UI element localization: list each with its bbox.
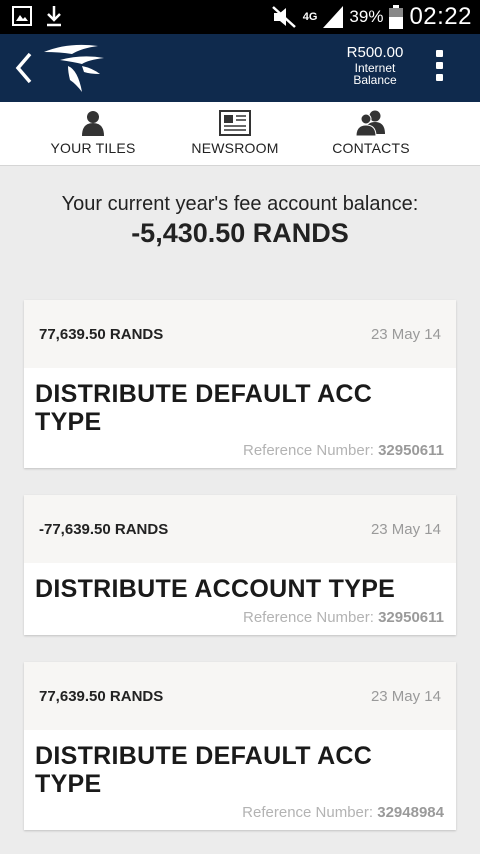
app-bar: R500.00 Internet Balance (0, 34, 480, 102)
mute-icon (271, 6, 296, 28)
contacts-icon (355, 110, 385, 136)
person-icon (82, 111, 104, 136)
title-line: DISTRIBUTE ACCOUNT TYPE (35, 575, 396, 603)
tab-label: YOUR TILES (50, 140, 136, 156)
reference-number: Reference Number: 32948984 (24, 798, 456, 821)
transaction-card[interactable]: 77,639.50 RANDS 23 May 14 DISTRIBUTE DEF… (24, 300, 456, 468)
card-header: 77,639.50 RANDS 23 May 14 (24, 300, 456, 368)
card-header: -77,639.50 RANDS 23 May 14 (24, 495, 456, 563)
title-line: DISTRIBUTE DEFAULT ACC (35, 380, 373, 408)
tab-your-tiles[interactable]: YOUR TILES (50, 102, 136, 166)
overflow-menu-icon[interactable] (434, 50, 444, 88)
status-bar: 4G 39% 02:22 (0, 0, 480, 34)
tab-label: CONTACTS (332, 140, 410, 156)
newspaper-icon (219, 110, 251, 136)
reference-value: 32950611 (378, 609, 444, 626)
tab-label: NEWSROOM (191, 140, 279, 156)
fee-balance-label: Your current year's fee account balance: (61, 193, 419, 215)
battery-percent: 39% (349, 7, 384, 26)
reference-value: 32950611 (378, 442, 444, 459)
clock: 02:22 (409, 3, 472, 30)
reference-number: Reference Number: 32950611 (24, 603, 456, 626)
tab-bar: YOUR TILES NEWSROOM CONTACTS (0, 102, 480, 166)
logo-icon (44, 44, 104, 92)
transaction-date: 23 May 14 (370, 326, 441, 343)
balance-amount: R500.00 (346, 44, 404, 61)
reference-label: Reference Number: (242, 804, 374, 821)
transaction-amount: 77,639.50 RANDS (39, 326, 164, 343)
tab-contacts[interactable]: CONTACTS (330, 102, 412, 166)
transaction-title: DISTRIBUTE DEFAULT ACC TYPE (24, 368, 456, 436)
transaction-title: DISTRIBUTE ACCOUNT TYPE (24, 563, 456, 603)
title-line: TYPE (35, 408, 102, 436)
tab-newsroom[interactable]: NEWSROOM (190, 102, 280, 166)
gallery-icon (12, 6, 32, 26)
network-type: 4G (302, 10, 318, 23)
transaction-title: DISTRIBUTE DEFAULT ACC TYPE (24, 730, 456, 798)
back-icon[interactable] (10, 48, 38, 88)
transaction-amount: 77,639.50 RANDS (39, 688, 164, 705)
internet-balance: R500.00 Internet Balance (340, 44, 410, 86)
title-line: DISTRIBUTE DEFAULT ACC (35, 742, 373, 770)
battery-icon (389, 5, 404, 29)
transaction-date: 23 May 14 (370, 521, 441, 538)
signal-icon (323, 6, 344, 28)
title-line: TYPE (35, 770, 102, 798)
transaction-amount: -77,639.50 RANDS (39, 521, 169, 538)
balance-label-line2: Balance (353, 73, 397, 87)
transaction-date: 23 May 14 (370, 688, 441, 705)
reference-value: 32948984 (377, 804, 444, 821)
reference-label: Reference Number: (243, 442, 374, 459)
transaction-card[interactable]: -77,639.50 RANDS 23 May 14 DISTRIBUTE AC… (24, 495, 456, 635)
reference-label: Reference Number: (243, 609, 374, 626)
card-header: 77,639.50 RANDS 23 May 14 (24, 662, 456, 730)
fee-balance-value: -5,430.50 RANDS (131, 218, 349, 248)
fee-balance-summary: Your current year's fee account balance:… (0, 192, 480, 250)
reference-number: Reference Number: 32950611 (24, 436, 456, 459)
transaction-card[interactable]: 77,639.50 RANDS 23 May 14 DISTRIBUTE DEF… (24, 662, 456, 830)
download-icon (47, 6, 61, 27)
